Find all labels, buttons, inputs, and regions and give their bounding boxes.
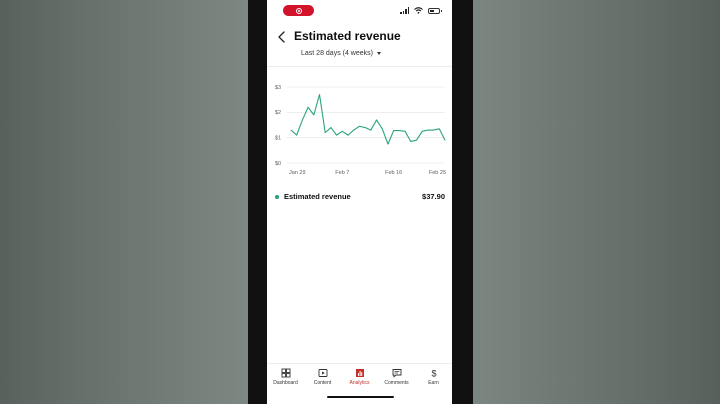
- data-point: [330, 127, 332, 128]
- x-tick-label: Jan 29: [289, 170, 306, 176]
- nav-item-dashboard[interactable]: Dashboard: [268, 368, 304, 386]
- border-left: [248, 0, 267, 404]
- metric-row[interactable]: Estimated revenue $37.90: [267, 190, 452, 204]
- data-point: [433, 129, 434, 131]
- x-tick-label: Feb 25: [429, 170, 446, 176]
- data-point: [302, 119, 303, 121]
- cellular-signal-icon: [400, 7, 409, 14]
- metric-label: Estimated revenue: [284, 192, 351, 201]
- y-tick-label: $0: [275, 161, 281, 167]
- date-range-label: Last 28 days (4 weeks): [301, 50, 373, 57]
- status-icons: [400, 7, 442, 14]
- data-point: [427, 129, 429, 131]
- data-point: [399, 130, 400, 131]
- screen-record-icon[interactable]: [283, 5, 314, 16]
- divider: [267, 66, 452, 67]
- comments-icon: [392, 369, 401, 378]
- bottom-nav: Dashboard Content Analytics Comments $ Earn: [267, 363, 452, 391]
- nav-item-analytics[interactable]: Analytics: [342, 368, 378, 386]
- x-tick-label: Feb 7: [335, 170, 349, 176]
- y-tick-label: $1: [275, 135, 281, 141]
- data-point: [410, 141, 412, 142]
- nav-item-content[interactable]: Content: [305, 368, 341, 386]
- series-line: [290, 94, 446, 145]
- border-right: [452, 0, 473, 404]
- data-point: [359, 125, 360, 127]
- nav-label: Earn: [428, 380, 439, 386]
- dollar-icon: $: [431, 369, 436, 379]
- nav-label: Content: [313, 380, 332, 386]
- data-point: [364, 127, 366, 128]
- caret-down-icon: [376, 52, 381, 55]
- wifi-icon: [414, 7, 423, 14]
- page-title: Estimated revenue: [294, 29, 401, 43]
- data-point: [319, 94, 320, 95]
- dashboard-icon: [281, 368, 290, 378]
- nav-label: Comments: [384, 380, 409, 386]
- data-point: [387, 143, 389, 145]
- date-range-dropdown[interactable]: Last 28 days (4 weeks): [301, 50, 381, 57]
- y-tick-label: $3: [275, 85, 281, 91]
- data-point: [376, 119, 377, 121]
- data-point: [421, 131, 423, 132]
- home-indicator: [327, 396, 394, 398]
- nav-label: Analytics: [349, 380, 370, 386]
- data-point: [444, 139, 446, 141]
- data-point: [296, 134, 298, 136]
- status-bar: [267, 0, 452, 22]
- nav-item-earn[interactable]: $ Earn: [416, 368, 452, 387]
- data-point: [438, 128, 440, 130]
- analytics-icon: [355, 369, 364, 377]
- background-left: [0, 0, 248, 404]
- data-point: [342, 131, 343, 132]
- y-tick-label: $2: [275, 110, 281, 116]
- data-point: [416, 139, 417, 141]
- data-point: [307, 106, 309, 108]
- data-point: [393, 130, 394, 131]
- content-icon: [318, 369, 327, 377]
- data-point: [381, 128, 383, 130]
- legend-dot: [275, 195, 279, 199]
- phone-screen: Estimated revenue Last 28 days (4 weeks)…: [267, 0, 452, 404]
- chevron-left-icon[interactable]: [276, 30, 288, 44]
- data-point: [347, 134, 349, 136]
- data-point: [313, 114, 315, 116]
- battery-icon: [428, 7, 442, 14]
- nav-item-comments[interactable]: Comments: [379, 368, 415, 386]
- data-point: [324, 132, 326, 133]
- svg-text:$: $: [431, 369, 436, 379]
- data-point: [404, 131, 406, 132]
- metric-value: $37.90: [422, 192, 445, 201]
- nav-label: Dashboard: [273, 380, 298, 386]
- revenue-chart: $3 $2 $1 $0 Jan 29 Feb 7 Feb 16 Feb 25: [275, 85, 446, 176]
- data-point: [336, 134, 337, 136]
- data-point: [290, 129, 292, 131]
- data-point: [370, 129, 372, 131]
- header: Estimated revenue: [267, 26, 452, 48]
- data-point: [353, 129, 355, 131]
- x-tick-label: Feb 16: [385, 170, 402, 176]
- background-right: [452, 0, 720, 404]
